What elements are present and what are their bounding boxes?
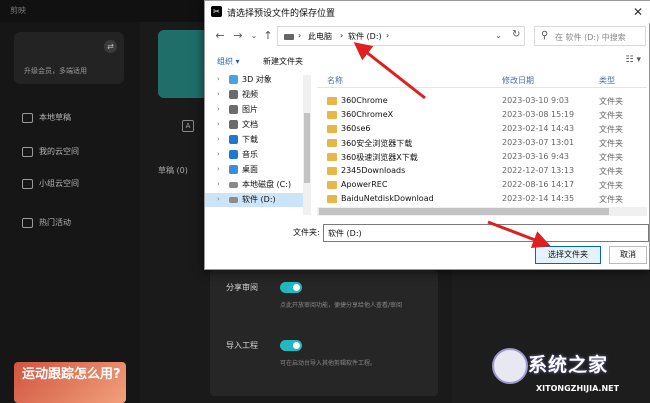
annotation-arrows [353, 42, 551, 249]
watermark-text: 系统之家 [528, 354, 609, 376]
watermark-logo-icon [492, 348, 528, 384]
watermark: 系统之家 XITONGZHIJIA.NET [492, 346, 648, 402]
arrow-to-breadcrumb [353, 42, 426, 100]
arrow-to-select-button [487, 220, 551, 249]
watermark-url: XITONGZHIJIA.NET [536, 384, 620, 393]
